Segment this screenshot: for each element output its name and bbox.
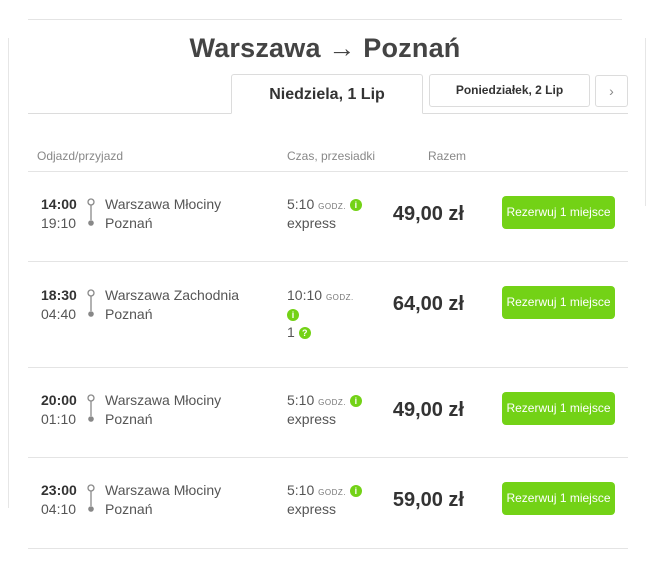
info-icon[interactable]: i [349, 199, 362, 211]
duration-value: 5:10 [287, 392, 315, 408]
to-station: Poznań [105, 501, 153, 517]
page-title: Warszawa → Poznań [189, 33, 461, 63]
service-type: express [287, 411, 337, 427]
trip-duration: 5:10 GODZ. i [287, 196, 362, 212]
book-seat-button[interactable]: Rezerwuj 1 miejsce [502, 482, 615, 515]
duration-unit: GODZ. [325, 293, 354, 302]
trip-price: 49,00 zł [392, 399, 464, 421]
route-line-icon [87, 198, 95, 228]
trip-price: 49,00 zł [392, 203, 464, 225]
to-station: Poznań [105, 411, 153, 427]
tab-current-day[interactable]: Niedziela, 1 Lip [231, 74, 423, 114]
departure-time: 14:00 [41, 196, 77, 212]
trip-row[interactable]: 18:30 04:40 Warszawa Zachodnia Poznań 10… [28, 262, 628, 368]
from-station: Warszawa Młociny [105, 392, 222, 408]
info-icon[interactable]: i [287, 309, 299, 321]
duration-unit: GODZ. [318, 488, 346, 497]
duration-value: 10:10 [287, 287, 323, 303]
bottom-divider [28, 548, 628, 549]
service-type: express [287, 215, 337, 231]
departure-time: 23:00 [41, 482, 77, 498]
duration-value: 5:10 [287, 482, 315, 498]
from-station: Warszawa Zachodnia [105, 287, 240, 303]
route-line-icon [87, 394, 95, 424]
transfers: 1 ? [287, 324, 311, 340]
top-divider [28, 19, 622, 20]
trip-row[interactable]: 14:00 19:10 Warszawa Młociny Poznań 5:10… [28, 172, 628, 262]
info-line: i [287, 306, 299, 322]
arrival-time: 01:10 [41, 411, 77, 427]
info-icon[interactable]: i [349, 485, 362, 497]
trip-price: 59,00 zł [392, 489, 464, 511]
trip-row[interactable]: 23:00 04:10 Warszawa Młociny Poznań 5:10… [28, 458, 628, 548]
transfers-count: 1 [287, 324, 295, 340]
duration-unit: GODZ. [318, 202, 346, 211]
departure-time: 20:00 [41, 392, 77, 408]
trip-duration: 5:10 GODZ. i [287, 392, 362, 408]
help-icon[interactable]: ? [298, 327, 311, 339]
from-station: Warszawa Młociny [105, 482, 222, 498]
tab-next-day[interactable]: Poniedziałek, 2 Lip [429, 74, 590, 107]
next-date-arrow-icon[interactable]: › [595, 75, 628, 107]
column-header-departure: Odjazd/przyjazd [37, 149, 124, 163]
to-station: Poznań [105, 306, 153, 322]
arrival-time: 04:10 [41, 501, 77, 517]
book-seat-button[interactable]: Rezerwuj 1 miejsce [502, 392, 615, 425]
arrival-time: 19:10 [41, 215, 77, 231]
from-station: Warszawa Młociny [105, 196, 222, 212]
route-line-icon [87, 484, 95, 514]
service-type: express [287, 501, 337, 517]
duration-unit: GODZ. [318, 398, 346, 407]
column-header-total: Razem [428, 149, 467, 163]
trip-price: 64,00 zł [392, 293, 464, 315]
trip-duration: 10:10 GODZ. [287, 287, 354, 303]
to-station: Poznań [105, 215, 153, 231]
route-line-icon [87, 289, 95, 319]
departure-time: 18:30 [41, 287, 77, 303]
book-seat-button[interactable]: Rezerwuj 1 miejsce [502, 196, 615, 229]
trip-duration: 5:10 GODZ. i [287, 482, 362, 498]
trip-row[interactable]: 20:00 01:10 Warszawa Młociny Poznań 5:10… [28, 368, 628, 458]
arrival-time: 04:40 [41, 306, 77, 322]
info-icon[interactable]: i [349, 395, 362, 407]
duration-value: 5:10 [287, 196, 315, 212]
book-seat-button[interactable]: Rezerwuj 1 miejsce [502, 286, 615, 319]
column-header-duration: Czas, przesiadki [287, 149, 376, 163]
left-border [8, 38, 9, 508]
